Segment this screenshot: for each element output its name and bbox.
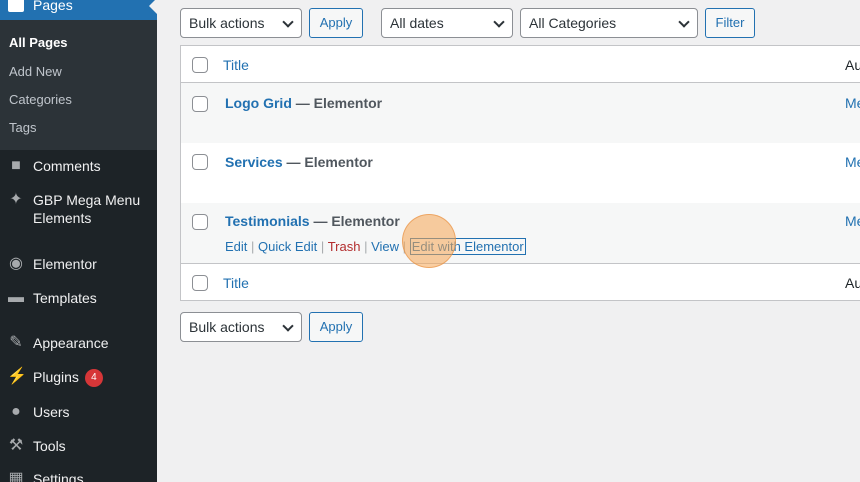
chevron-down-icon	[678, 16, 690, 28]
pin-icon: ✦	[9, 191, 23, 208]
title-column-header[interactable]: Title	[223, 57, 249, 73]
filter-button[interactable]: Filter	[705, 8, 755, 38]
apply-button-bottom[interactable]: Apply	[309, 312, 363, 342]
title-column-footer[interactable]: Title	[223, 275, 249, 291]
folder-icon: ▬	[8, 289, 24, 306]
row-author[interactable]: Me	[845, 95, 860, 111]
table-row: Testimonials — Elementor Me Edit | Quick…	[181, 203, 860, 264]
apply-button-top[interactable]: Apply	[309, 8, 363, 38]
row-title: Logo Grid — Elementor	[225, 95, 382, 111]
row-actions: Edit | Quick Edit | Trash | View | Edit …	[225, 238, 526, 255]
comment-icon: ■	[11, 157, 21, 174]
edit-link[interactable]: Edit	[225, 239, 247, 254]
table-header-row: Title Au	[181, 46, 860, 83]
categories-value: All Categories	[529, 15, 617, 31]
table-row: Logo Grid — Elementor Me	[181, 83, 860, 143]
separator: |	[320, 239, 325, 254]
menu-settings-label: Settings	[33, 471, 84, 482]
page-title-link[interactable]: Testimonials	[225, 213, 310, 229]
menu-users-label: Users	[33, 404, 70, 420]
elementor-icon: ◉	[9, 255, 23, 272]
pages-submenu: All Pages Add New Categories Tags	[0, 20, 157, 150]
user-icon: ●	[11, 403, 21, 420]
brush-icon: ✎	[9, 334, 23, 351]
menu-pages-label: Pages	[33, 0, 73, 13]
author-column-header: Au	[845, 57, 860, 73]
row-title: Testimonials — Elementor	[225, 213, 400, 229]
pages-table: Title Au Logo Grid — Elementor Me Servic…	[180, 45, 860, 301]
quick-edit-link[interactable]: Quick Edit	[258, 239, 317, 254]
submenu-add-new[interactable]: Add New	[9, 64, 62, 79]
menu-plugins-label: Plugins 4	[33, 368, 103, 388]
chevron-down-icon	[493, 16, 505, 28]
click-indicator	[402, 214, 456, 268]
select-all-checkbox[interactable]	[192, 57, 208, 73]
plugins-update-badge: 4	[84, 369, 103, 388]
admin-sidebar: Pages All Pages Add New Categories Tags …	[0, 0, 157, 482]
pages-icon	[8, 0, 24, 12]
separator: |	[251, 239, 255, 254]
menu-gbp-label: GBP Mega Menu Elements	[33, 192, 141, 226]
menu-pages[interactable]: Pages	[0, 0, 157, 20]
menu-comments-label: Comments	[33, 158, 101, 174]
submenu-all-pages[interactable]: All Pages	[9, 35, 68, 50]
row-checkbox[interactable]	[192, 96, 208, 112]
page-state: — Elementor	[313, 213, 400, 229]
row-checkbox[interactable]	[192, 214, 208, 230]
row-checkbox[interactable]	[192, 154, 208, 170]
author-column-footer: Au	[845, 275, 860, 291]
submenu-tags[interactable]: Tags	[9, 120, 36, 135]
chevron-down-icon	[282, 320, 294, 332]
page-title-link[interactable]: Logo Grid	[225, 95, 292, 111]
chevron-down-icon	[282, 16, 294, 28]
bulk-actions-value: Bulk actions	[189, 15, 265, 31]
bulk-actions-value: Bulk actions	[189, 319, 265, 335]
trash-link[interactable]: Trash	[328, 239, 361, 254]
page-title-link[interactable]: Services	[225, 154, 283, 170]
wrench-icon: ⚒	[8, 437, 24, 454]
select-all-checkbox-footer[interactable]	[192, 275, 208, 291]
plugin-icon: ⚡	[7, 368, 27, 385]
dates-filter-select[interactable]: All dates	[381, 8, 513, 38]
table-footer-row: Title Au	[181, 264, 860, 301]
row-author[interactable]: Me	[845, 213, 860, 229]
categories-filter-select[interactable]: All Categories	[520, 8, 698, 38]
menu-elementor-label: Elementor	[33, 256, 97, 272]
bulk-actions-select-bottom[interactable]: Bulk actions	[180, 312, 302, 342]
table-row: Services — Elementor Me	[181, 143, 860, 203]
plugins-text: Plugins	[33, 369, 79, 385]
current-menu-arrow	[149, 0, 157, 14]
bulk-actions-select-top[interactable]: Bulk actions	[180, 8, 302, 38]
row-author[interactable]: Me	[845, 154, 860, 170]
separator: |	[364, 239, 368, 254]
menu-appearance-label: Appearance	[33, 335, 109, 351]
dates-value: All dates	[390, 15, 444, 31]
view-link[interactable]: View	[371, 239, 399, 254]
menu-tools-label: Tools	[33, 438, 66, 454]
submenu-categories[interactable]: Categories	[9, 92, 72, 107]
page-state: — Elementor	[295, 95, 383, 111]
row-title: Services — Elementor	[225, 154, 373, 170]
settings-icon: ▦	[8, 470, 24, 482]
menu-templates-label: Templates	[33, 290, 97, 306]
page-state: — Elementor	[286, 154, 373, 170]
